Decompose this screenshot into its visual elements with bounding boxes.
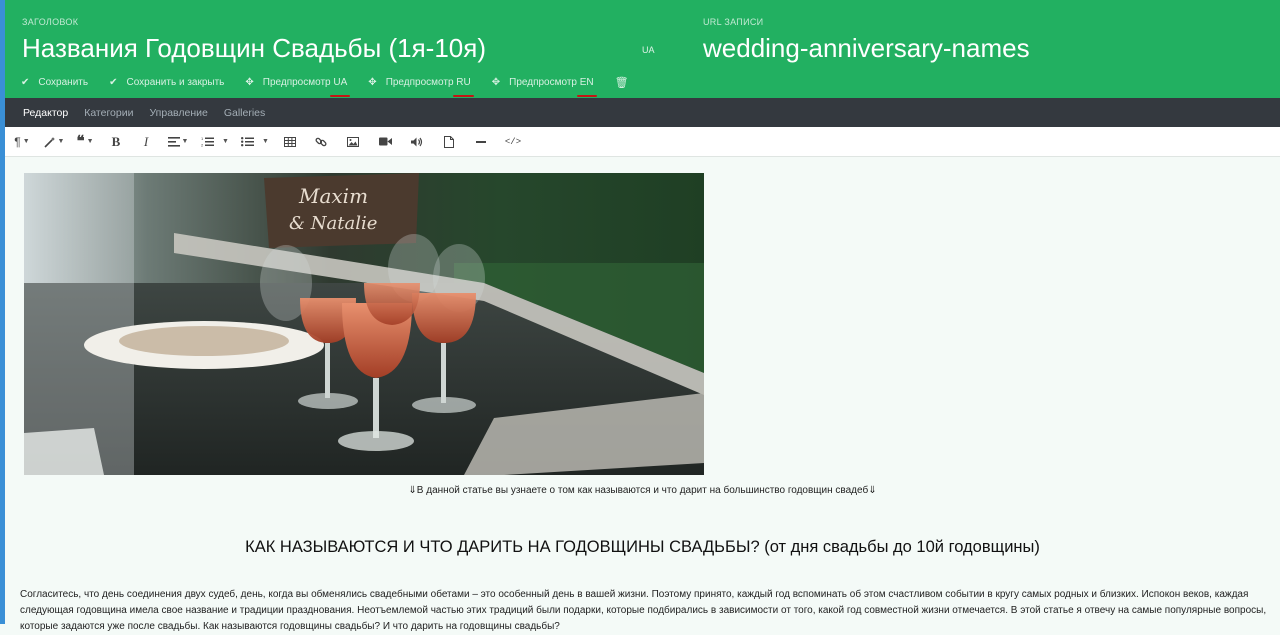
save-and-close-button[interactable]: ✔ Сохранить и закрыть — [109, 77, 224, 88]
align-button[interactable]: ▼ — [161, 127, 195, 156]
crosshair-icon: ✥ — [245, 76, 254, 88]
editor-toolbar: ¶ ▼ ▼ ❝ ▼ B I ▼ 1 2 ▼ ▼ </> — [5, 127, 1280, 157]
bold-button[interactable]: B — [101, 127, 131, 156]
align-left-icon — [167, 136, 180, 147]
title-input[interactable]: Названия Годовщин Свадьбы (1я-10я) — [22, 33, 486, 64]
image-caption: ⇓В данной статье вы узнаете о том как на… — [408, 485, 877, 496]
video-icon — [378, 137, 392, 146]
check-icon: ✔ — [21, 76, 30, 88]
paragraph-line: которые задаются уже после свадьбы. Как … — [20, 621, 560, 632]
svg-text:2: 2 — [201, 143, 204, 148]
check-icon: ✔ — [109, 76, 118, 88]
red-underline-mark — [330, 94, 351, 97]
italic-icon: I — [143, 133, 149, 149]
crosshair-icon: ✥ — [368, 76, 377, 88]
file-icon — [444, 135, 454, 148]
magic-wand-icon — [43, 136, 55, 148]
paragraph-line: следующая годовщина имела свое название … — [20, 605, 1267, 616]
tab-editor[interactable]: Редактор — [5, 107, 76, 119]
paragraph-line: Согласитесь, что день соединения двух су… — [20, 589, 1249, 600]
quote-button[interactable]: ❝ ▼ — [69, 127, 101, 156]
tab-categories[interactable]: Категории — [76, 107, 141, 119]
tab-galleries[interactable]: Galleries — [216, 107, 273, 119]
url-label: URL ЗАПИСИ — [703, 17, 764, 27]
table-button[interactable] — [275, 127, 305, 156]
paragraph-format-button[interactable]: ¶ ▼ — [5, 127, 39, 156]
insert-audio-button[interactable] — [401, 127, 433, 156]
caret-down-icon: ▼ — [181, 138, 189, 145]
preview-ru-button[interactable]: ✥ Предпросмотр RU — [368, 76, 474, 97]
language-tag: UA — [642, 45, 655, 55]
article-heading: КАК НАЗЫВАЮТСЯ И ЧТО ДАРИТЬ НА ГОДОВЩИНЫ… — [245, 538, 1040, 556]
trash-icon: 🗑 — [614, 76, 629, 89]
caret-down-icon: ▼ — [22, 138, 30, 145]
ordered-list-button[interactable]: 1 2 ▼ — [195, 127, 235, 156]
svg-text:Maxim: Maxim — [298, 184, 368, 208]
bold-icon: B — [111, 133, 121, 149]
caret-down-icon: ▼ — [57, 138, 65, 145]
paragraph-icon: ¶ — [14, 134, 21, 149]
post-header: ЗАГОЛОВОК Названия Годовщин Свадьбы (1я-… — [5, 0, 1280, 98]
red-underline-mark — [453, 94, 474, 97]
crosshair-icon: ✥ — [491, 76, 501, 88]
link-icon — [315, 137, 327, 146]
caret-down-icon: ▼ — [222, 138, 229, 145]
svg-text:& Natalie: & Natalie — [289, 213, 377, 234]
table-icon — [284, 136, 296, 147]
ordered-list-icon: 12 — [201, 136, 215, 148]
insert-file-button[interactable] — [433, 127, 465, 156]
save-button[interactable]: ✔ Сохранить — [21, 77, 88, 88]
header-actions: ✔ Сохранить ✔ Сохранить и закрыть ✥ Пред… — [21, 74, 650, 97]
link-button[interactable] — [305, 127, 337, 156]
editor-tabs: Редактор Категории Управление Galleries — [5, 98, 1280, 127]
editor-content[interactable]: Maxim & Natalie ⇓В данной статье вы узна… — [5, 157, 1280, 632]
audio-icon — [411, 137, 423, 146]
preview-en-button[interactable]: ✥ Предпросмотр EN — [491, 76, 597, 97]
preview-ua-button[interactable]: ✥ Предпросмотр UA — [245, 76, 351, 97]
italic-button[interactable]: I — [131, 127, 161, 156]
code-view-icon: </> — [504, 136, 522, 147]
quote-icon: ❝ — [76, 132, 85, 150]
insert-image-button[interactable] — [337, 127, 369, 156]
red-underline-mark — [576, 94, 597, 97]
text-style-button[interactable]: ▼ — [39, 127, 69, 156]
tab-management[interactable]: Управление — [141, 107, 215, 119]
horizontal-rule-icon — [476, 140, 486, 143]
article-paragraph: Согласитесь, что день соединения двух су… — [20, 587, 1280, 635]
title-label: ЗАГОЛОВОК — [22, 17, 79, 27]
caret-down-icon: ▼ — [262, 138, 269, 145]
unordered-list-button[interactable]: ▼ — [235, 127, 275, 156]
caret-down-icon: ▼ — [86, 138, 94, 145]
delete-button[interactable]: 🗑 — [615, 76, 629, 89]
insert-video-button[interactable] — [369, 127, 401, 156]
code-view-button[interactable]: </> — [497, 127, 529, 156]
svg-text:1: 1 — [201, 136, 204, 141]
url-input[interactable]: wedding-anniversary-names — [703, 33, 1030, 64]
horizontal-rule-button[interactable] — [465, 127, 497, 156]
image-icon — [347, 136, 359, 147]
unordered-list-icon — [241, 137, 255, 147]
wine-glasses-image[interactable]: Maxim & Natalie — [24, 173, 704, 475]
